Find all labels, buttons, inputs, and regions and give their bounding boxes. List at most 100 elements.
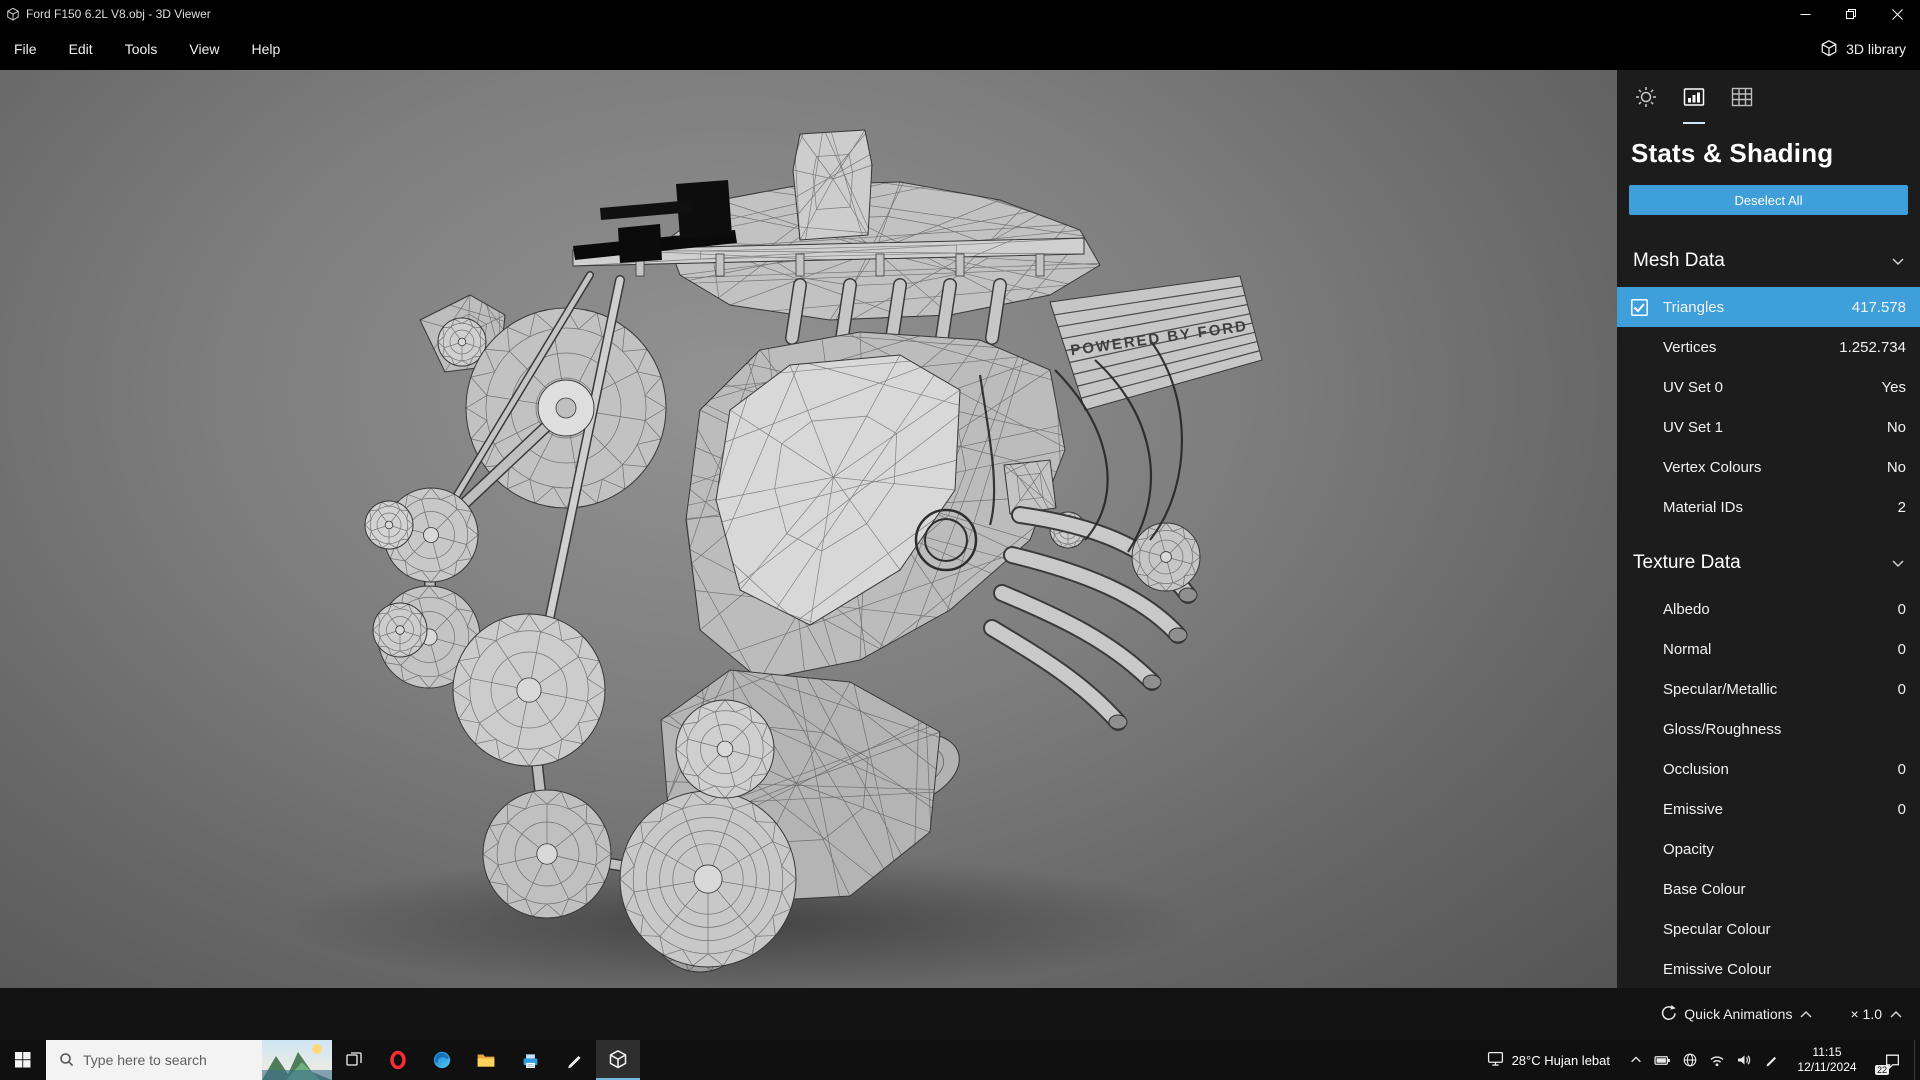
search-input[interactable]: [83, 1052, 213, 1068]
search-icon: [46, 1052, 83, 1068]
notification-badge: 22: [1875, 1065, 1890, 1075]
search-highlights-image[interactable]: [262, 1040, 332, 1080]
stat-label: Emissive: [1663, 800, 1724, 818]
battery-icon[interactable]: [1649, 1040, 1676, 1080]
library-cube-icon: [1820, 39, 1838, 60]
stat-row-opacity[interactable]: Opacity: [1617, 829, 1920, 869]
chevron-up-icon: [1800, 1006, 1812, 1022]
stat-value: No: [1886, 458, 1906, 476]
menu-edit[interactable]: Edit: [53, 28, 109, 70]
deselect-all-button[interactable]: Deselect All: [1629, 185, 1908, 215]
stat-value: 0: [1897, 600, 1906, 618]
tray-expand-icon[interactable]: [1622, 1040, 1649, 1080]
3d-library-button[interactable]: 3D library: [1820, 39, 1906, 60]
stat-row-vertices[interactable]: Vertices 1.252.734: [1617, 327, 1920, 367]
menu-bar: File Edit Tools View Help 3D library: [0, 28, 1920, 70]
stat-row-albedo[interactable]: Albedo 0: [1617, 589, 1920, 629]
stat-value: 0: [1897, 640, 1906, 658]
action-center-icon[interactable]: 22: [1870, 1040, 1914, 1080]
taskbar: 28°C Hujan lebat 11:15 12/11/2024 22: [0, 1040, 1920, 1080]
menu-view[interactable]: View: [173, 28, 235, 70]
stat-label: UV Set 0: [1663, 378, 1724, 396]
taskbar-clock[interactable]: 11:15 12/11/2024: [1784, 1040, 1870, 1080]
stat-label: UV Set 1: [1663, 418, 1724, 436]
clock-time: 11:15: [1812, 1045, 1842, 1059]
menu-file[interactable]: File: [0, 28, 53, 70]
stat-value: 1.252.734: [1839, 338, 1906, 356]
pen-app-icon[interactable]: [552, 1040, 596, 1080]
chevron-down-icon: [1892, 250, 1904, 272]
stat-label: Specular Colour: [1663, 920, 1771, 938]
monitor-icon: [1487, 1050, 1504, 1070]
panel-title: Stats & Shading: [1631, 138, 1834, 168]
mesh-data-section-header[interactable]: Mesh Data: [1617, 235, 1920, 287]
stat-row-uv-set-1[interactable]: UV Set 1 No: [1617, 407, 1920, 447]
stat-row-normal[interactable]: Normal 0: [1617, 629, 1920, 669]
grid-icon[interactable]: [1731, 86, 1753, 124]
stats-panel: Stats & Shading Deselect All Mesh Data T…: [1617, 70, 1920, 988]
stat-row-specular-colour[interactable]: Specular Colour: [1617, 909, 1920, 949]
stat-value: 0: [1897, 760, 1906, 778]
edge-icon[interactable]: [420, 1040, 464, 1080]
pen-icon[interactable]: [1757, 1040, 1784, 1080]
close-button[interactable]: [1874, 0, 1920, 28]
stat-row-occlusion[interactable]: Occlusion 0: [1617, 749, 1920, 789]
taskbar-search[interactable]: [46, 1040, 332, 1080]
file-explorer-icon[interactable]: [464, 1040, 508, 1080]
checkbox-checked-icon[interactable]: [1631, 298, 1663, 316]
stat-row-uv-set-0[interactable]: UV Set 0 Yes: [1617, 367, 1920, 407]
network-icon[interactable]: [1676, 1040, 1703, 1080]
task-view-icon[interactable]: [332, 1040, 376, 1080]
stats-icon[interactable]: [1683, 86, 1705, 124]
stat-row-specular-metallic[interactable]: Specular/Metallic 0: [1617, 669, 1920, 709]
stat-label: Base Colour: [1663, 880, 1746, 898]
stat-row-vertex-colours[interactable]: Vertex Colours No: [1617, 447, 1920, 487]
mesh-data-title: Mesh Data: [1633, 250, 1725, 271]
volume-icon[interactable]: [1730, 1040, 1757, 1080]
chevron-up-icon: [1890, 1006, 1902, 1022]
playback-speed-control[interactable]: × 1.0: [1850, 1006, 1902, 1022]
window-title: Ford F150 6.2L V8.obj - 3D Viewer: [26, 7, 211, 21]
stat-value: 2: [1897, 498, 1906, 516]
3d-viewer-app-icon[interactable]: [596, 1040, 640, 1080]
stat-label: Material IDs: [1663, 498, 1744, 516]
wifi-icon[interactable]: [1703, 1040, 1730, 1080]
stat-row-emissive-colour[interactable]: Emissive Colour: [1617, 949, 1920, 988]
weather-widget[interactable]: 28°C Hujan lebat: [1475, 1040, 1622, 1080]
viewport-3d[interactable]: POWERED BY FORD: [0, 70, 1617, 988]
stat-label: Vertices: [1663, 338, 1717, 356]
animation-bar: Quick Animations × 1.0: [0, 988, 1920, 1040]
panel-tabs: [1617, 70, 1920, 124]
texture-data-section-header[interactable]: Texture Data: [1617, 537, 1920, 589]
restore-button[interactable]: [1828, 0, 1874, 28]
multiplier-label: × 1.0: [1850, 1006, 1882, 1022]
opera-icon[interactable]: [376, 1040, 420, 1080]
system-tray: 28°C Hujan lebat 11:15 12/11/2024 22: [1475, 1040, 1920, 1080]
engine-wireframe-model: POWERED BY FORD: [280, 129, 1263, 988]
texture-data-title: Texture Data: [1633, 552, 1741, 573]
stat-label: Emissive Colour: [1663, 960, 1772, 978]
chevron-down-icon: [1892, 552, 1904, 574]
start-button[interactable]: [0, 1040, 46, 1080]
title-bar: Ford F150 6.2L V8.obj - 3D Viewer: [0, 0, 1920, 28]
stat-row-base-colour[interactable]: Base Colour: [1617, 869, 1920, 909]
quick-animations-label: Quick Animations: [1684, 1006, 1793, 1022]
library-label: 3D library: [1846, 41, 1906, 57]
show-desktop-button[interactable]: [1914, 1040, 1920, 1080]
stat-row-material-ids[interactable]: Material IDs 2: [1617, 487, 1920, 527]
stat-label: Vertex Colours: [1663, 458, 1762, 476]
printer-app-icon[interactable]: [508, 1040, 552, 1080]
stat-value: Yes: [1881, 378, 1906, 396]
stat-label: Specular/Metallic: [1663, 680, 1778, 698]
stat-row-emissive[interactable]: Emissive 0: [1617, 789, 1920, 829]
stat-row-triangles[interactable]: Triangles 417.578: [1617, 287, 1920, 327]
minimize-button[interactable]: [1782, 0, 1828, 28]
stat-row-gloss-roughness[interactable]: Gloss/Roughness: [1617, 709, 1920, 749]
quick-animations-control[interactable]: Quick Animations: [1659, 1004, 1812, 1024]
stat-label: Opacity: [1663, 840, 1714, 858]
menu-help[interactable]: Help: [235, 28, 296, 70]
stat-label: Albedo: [1663, 600, 1710, 618]
brightness-icon[interactable]: [1635, 86, 1657, 124]
menu-tools[interactable]: Tools: [109, 28, 174, 70]
clock-date: 12/11/2024: [1797, 1060, 1857, 1074]
